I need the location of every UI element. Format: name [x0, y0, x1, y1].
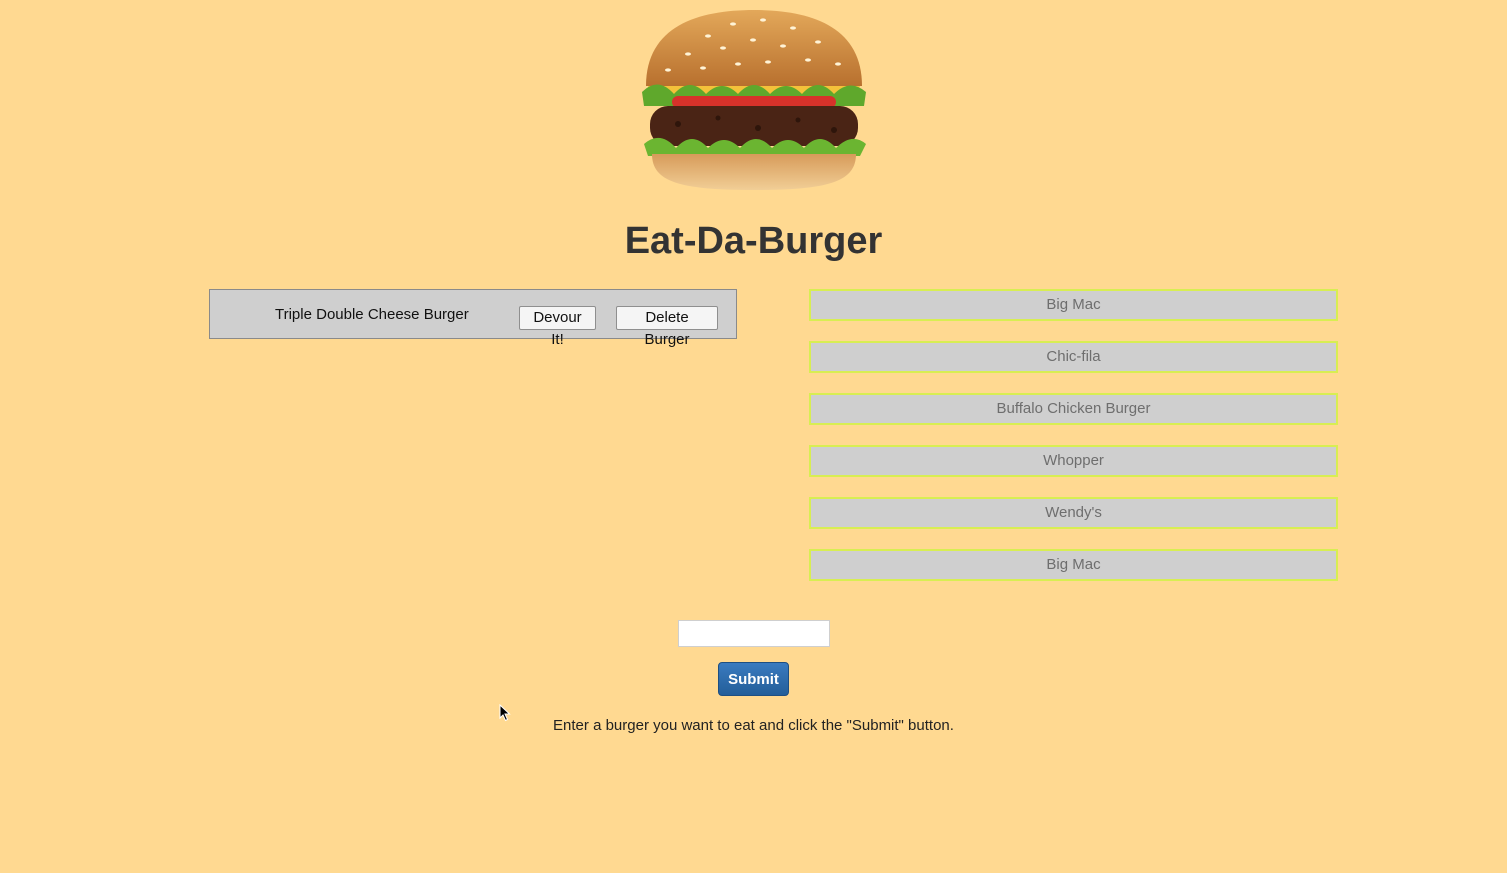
eaten-burger-item: Chic-fila [809, 341, 1338, 373]
eaten-burger-item: Buffalo Chicken Burger [809, 393, 1338, 425]
submit-button[interactable]: Submit [718, 662, 789, 696]
page-title: Eat-Da-Burger [624, 220, 883, 262]
eaten-burger-item: Big Mac [809, 549, 1338, 581]
burger-name: Triple Double Cheese Burger [275, 306, 469, 323]
eaten-burger-item: Whopper [809, 445, 1338, 477]
instructions-text: Enter a burger you want to eat and click… [553, 717, 954, 734]
burger-name-input[interactable] [678, 620, 830, 647]
mouse-pointer-icon [499, 703, 511, 722]
devour-button[interactable]: Devour It! [519, 306, 596, 348]
delete-burger-button[interactable]: Delete Burger [616, 306, 718, 348]
eaten-burger-item: Wendy's [809, 497, 1338, 529]
uneaten-burger-card: Triple Double Cheese Burger Devour It! D… [209, 289, 737, 348]
eaten-burger-item: Big Mac [809, 289, 1338, 321]
burger-hero-image [638, 6, 870, 192]
